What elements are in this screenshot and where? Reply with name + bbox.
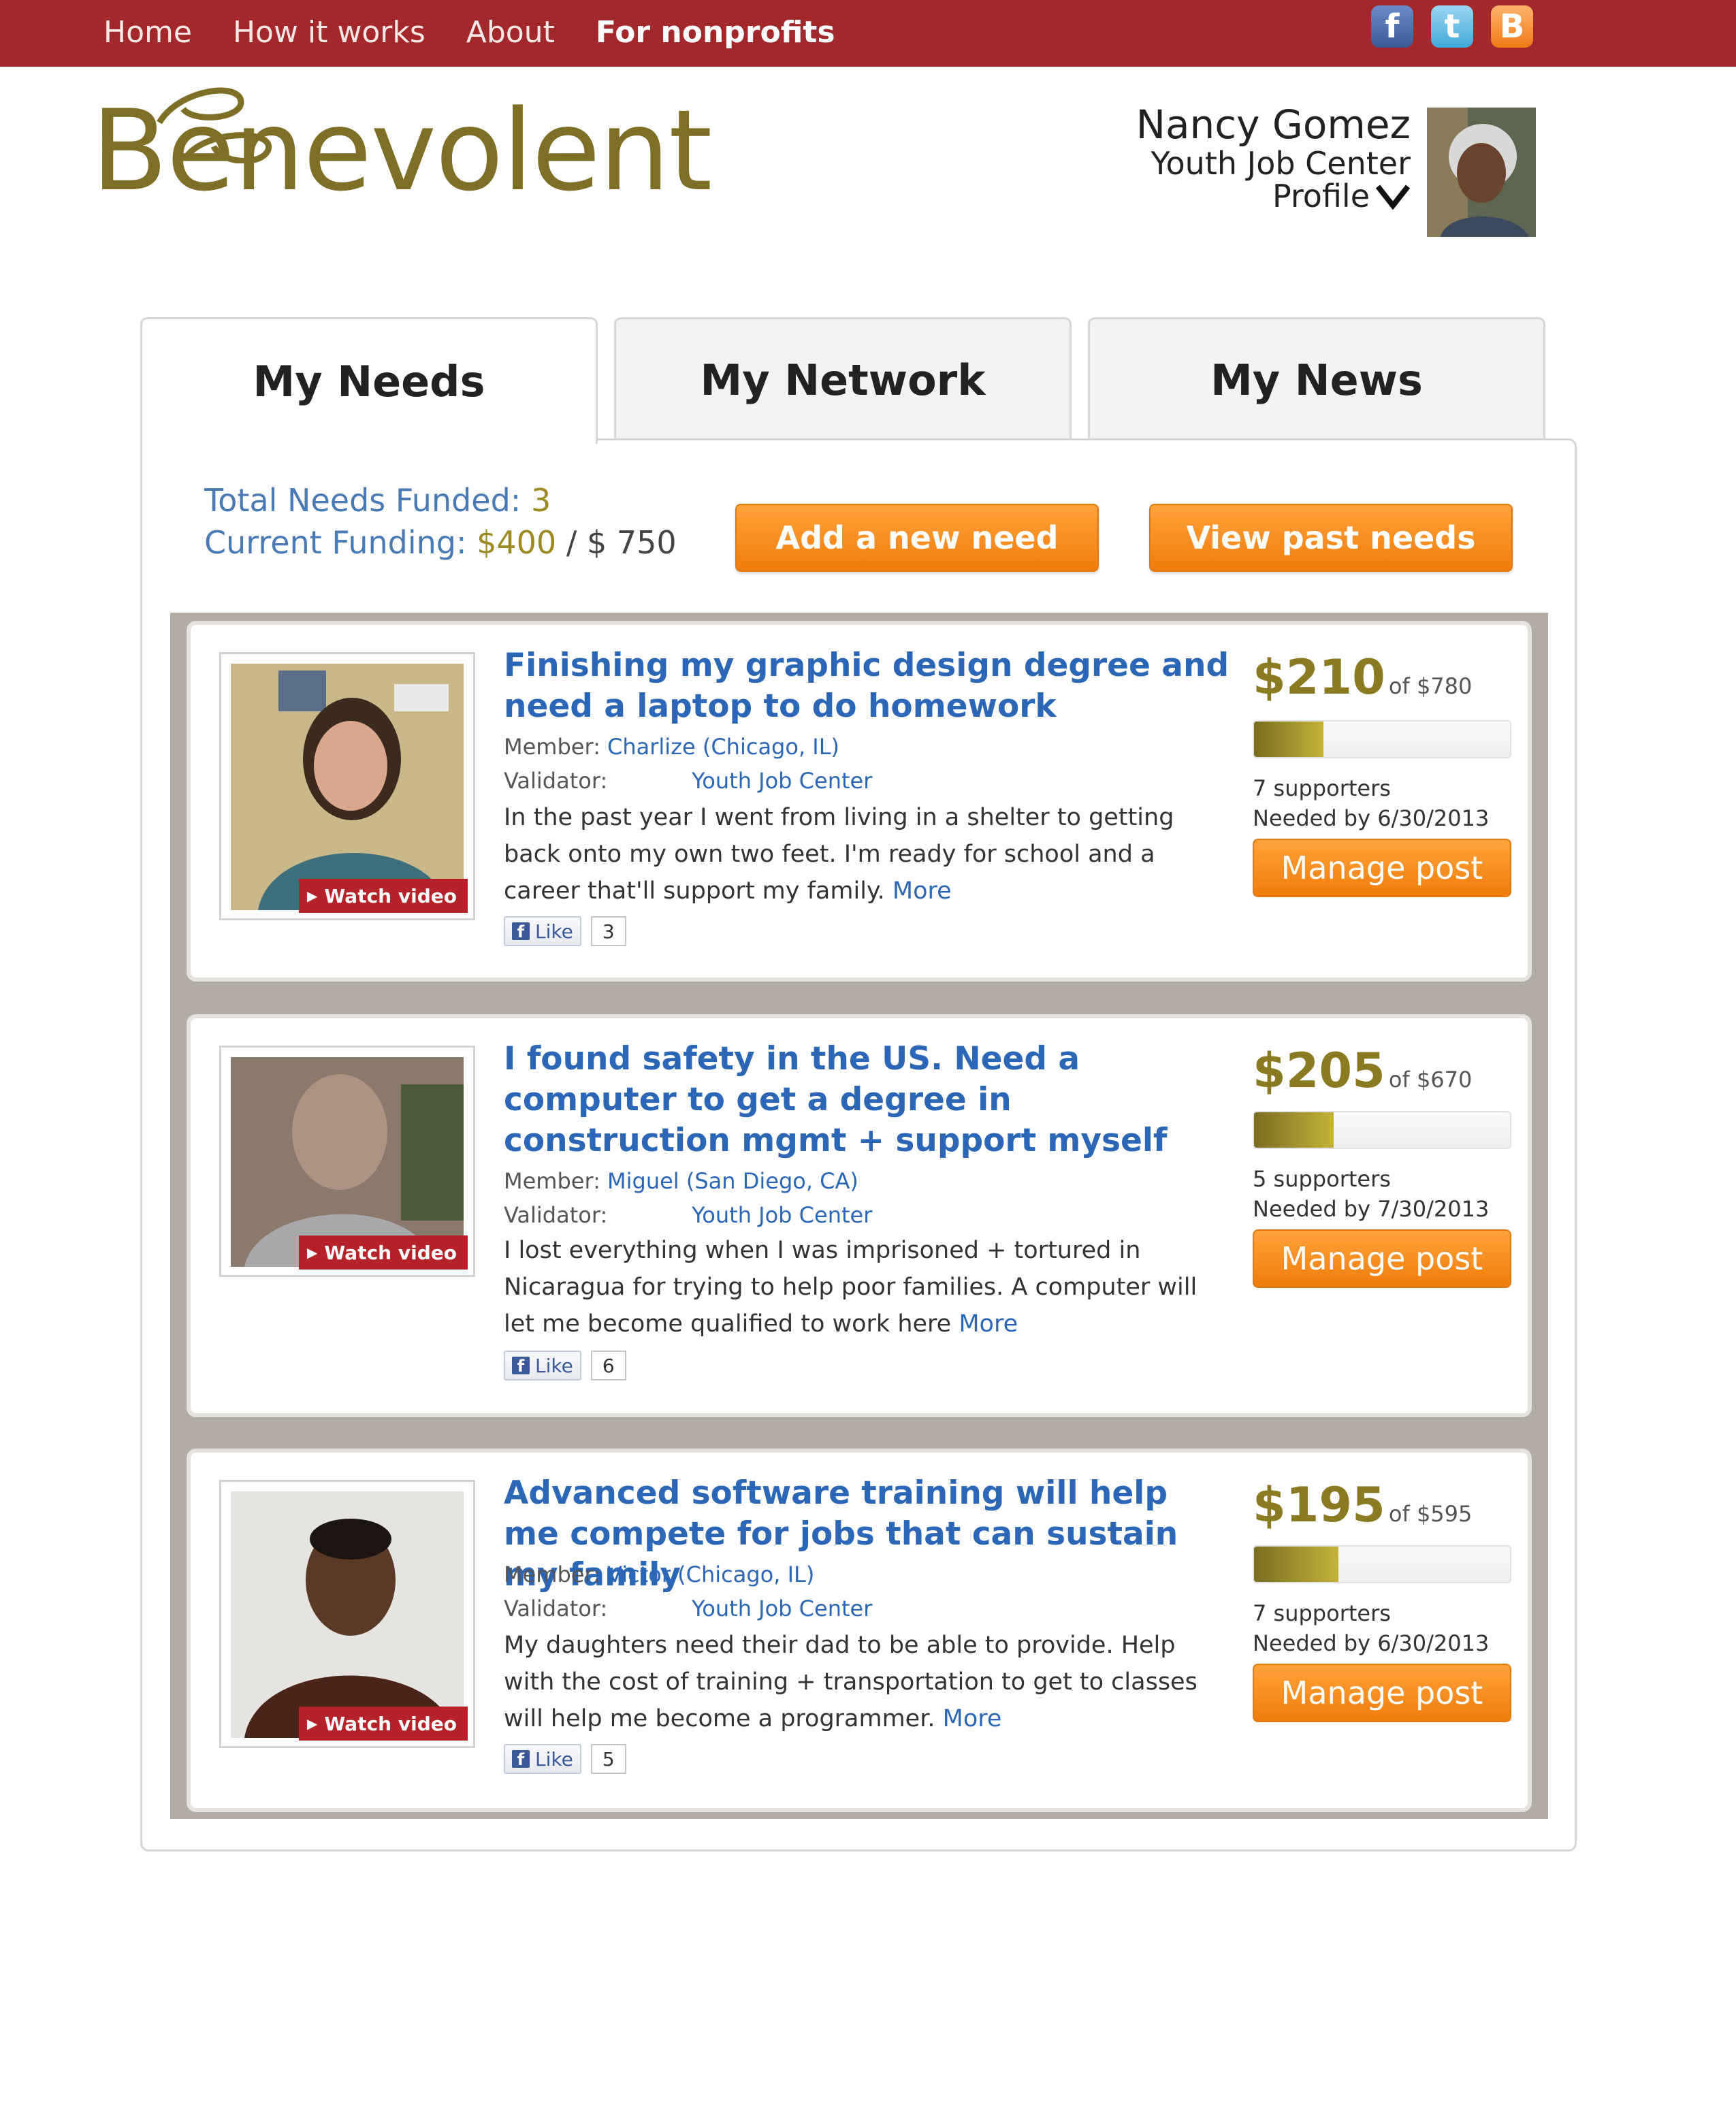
member-photo bbox=[231, 664, 464, 910]
funding-amount: $205 of $670 bbox=[1253, 1043, 1473, 1099]
like-count: 5 bbox=[590, 1744, 626, 1774]
facebook-icon[interactable]: f bbox=[1371, 5, 1413, 48]
top-nav-bar: Home How it works About For nonprofits f… bbox=[0, 0, 1736, 67]
manage-post-button[interactable]: Manage post bbox=[1253, 839, 1511, 897]
twitter-icon[interactable]: t bbox=[1431, 5, 1473, 48]
user-profile: Nancy Gomez Youth Job Center Profile bbox=[1136, 103, 1411, 212]
facebook-like-button[interactable]: f Like bbox=[504, 916, 581, 946]
facebook-icon: f bbox=[512, 1750, 530, 1769]
need-validator: Validator: Youth Job Center bbox=[504, 1202, 873, 1228]
supporters-count: 7 supporters bbox=[1253, 775, 1391, 801]
need-description: My daughters need their dad to be able t… bbox=[504, 1632, 1197, 1732]
need-member: Member: Charlize (Chicago, IL) bbox=[504, 734, 840, 760]
watch-video-button[interactable]: ▶ Watch video bbox=[299, 1235, 468, 1270]
profile-menu-link[interactable]: Profile bbox=[1272, 180, 1411, 212]
funding-amount: $210 of $780 bbox=[1253, 649, 1473, 705]
nav-home[interactable]: Home bbox=[103, 12, 192, 53]
progress-fill bbox=[1254, 1547, 1339, 1582]
need-card: ▶ Watch video Finishing my graphic design… bbox=[187, 621, 1532, 982]
nav-how-it-works[interactable]: How it works bbox=[233, 12, 425, 53]
main-nav: Home How it works About For nonprofits bbox=[103, 12, 835, 53]
benevolent-logo[interactable]: Benevolent bbox=[91, 82, 712, 211]
manage-post-button[interactable]: Manage post bbox=[1253, 1664, 1511, 1722]
need-title[interactable]: Finishing my graphic design degree and n… bbox=[504, 645, 1232, 727]
need-description: I lost everything when I was imprisoned … bbox=[504, 1237, 1197, 1338]
supporters-count: 5 supporters bbox=[1253, 1166, 1391, 1192]
profile-org: Youth Job Center bbox=[1151, 144, 1411, 182]
need-card: ▶ Watch video I found safety in the US. N… bbox=[187, 1014, 1532, 1417]
progress-fill bbox=[1254, 722, 1323, 757]
funding-progress-bar bbox=[1253, 720, 1511, 758]
funding-stats: Total Needs Funded: 3 Current Funding: $… bbox=[204, 479, 677, 564]
chevron-down-icon bbox=[1375, 184, 1411, 210]
need-description: In the past year I went from living in a… bbox=[504, 804, 1174, 905]
need-member: Member: Victor (Chicago, IL) bbox=[504, 1562, 815, 1587]
avatar[interactable] bbox=[1427, 108, 1536, 237]
more-link[interactable]: More bbox=[893, 877, 952, 905]
nav-for-nonprofits[interactable]: For nonprofits bbox=[596, 12, 835, 53]
like-widget: f Like 6 bbox=[504, 1351, 626, 1380]
total-needs-funded: Total Needs Funded: 3 bbox=[204, 482, 551, 519]
funding-amount: $195 of $595 bbox=[1253, 1477, 1473, 1533]
view-past-needs-button[interactable]: View past needs bbox=[1149, 504, 1513, 572]
need-video-thumbnail[interactable]: ▶ Watch video bbox=[219, 652, 475, 920]
like-widget: f Like 5 bbox=[504, 1744, 626, 1774]
blogger-icon[interactable]: B bbox=[1491, 5, 1533, 48]
member-photo bbox=[231, 1491, 464, 1738]
manage-post-button[interactable]: Manage post bbox=[1253, 1229, 1511, 1288]
tab-my-news[interactable]: My News bbox=[1088, 317, 1545, 441]
need-card: ▶ Watch video Advanced software training … bbox=[187, 1449, 1532, 1812]
logo-text: Benevolent bbox=[91, 86, 712, 216]
need-title[interactable]: I found safety in the US. Need a compute… bbox=[504, 1039, 1232, 1161]
needed-by-date: Needed by 6/30/2013 bbox=[1253, 805, 1490, 831]
social-links: f t B bbox=[1371, 5, 1533, 48]
facebook-like-button[interactable]: f Like bbox=[504, 1744, 581, 1774]
like-count: 6 bbox=[590, 1351, 626, 1380]
avatar-portrait bbox=[1427, 108, 1536, 237]
supporters-count: 7 supporters bbox=[1253, 1600, 1391, 1626]
profile-name: Nancy Gomez bbox=[1136, 101, 1411, 148]
funding-progress-bar bbox=[1253, 1111, 1511, 1149]
needed-by-date: Needed by 6/30/2013 bbox=[1253, 1630, 1490, 1656]
need-video-thumbnail[interactable]: ▶ Watch video bbox=[219, 1046, 475, 1277]
more-link[interactable]: More bbox=[959, 1310, 1018, 1338]
nav-about[interactable]: About bbox=[466, 12, 555, 53]
facebook-icon: f bbox=[512, 922, 530, 941]
need-video-thumbnail[interactable]: ▶ Watch video bbox=[219, 1480, 475, 1748]
facebook-icon: f bbox=[512, 1357, 530, 1376]
watch-video-button[interactable]: ▶ Watch video bbox=[299, 1707, 468, 1741]
like-widget: f Like 3 bbox=[504, 916, 626, 946]
progress-fill bbox=[1254, 1112, 1334, 1148]
tab-my-network[interactable]: My Network bbox=[614, 317, 1072, 441]
tab-my-needs[interactable]: My Needs bbox=[140, 317, 598, 444]
needed-by-date: Needed by 7/30/2013 bbox=[1253, 1196, 1490, 1222]
like-count: 3 bbox=[590, 916, 626, 946]
need-validator: Validator: Youth Job Center bbox=[504, 1596, 873, 1621]
need-validator: Validator: Youth Job Center bbox=[504, 768, 873, 794]
need-member: Member: Miguel (San Diego, CA) bbox=[504, 1168, 858, 1194]
more-link[interactable]: More bbox=[943, 1705, 1002, 1732]
facebook-like-button[interactable]: f Like bbox=[504, 1351, 581, 1380]
add-new-need-button[interactable]: Add a new need bbox=[735, 504, 1099, 572]
current-funding: Current Funding: $400 / $ 750 bbox=[204, 524, 677, 561]
watch-video-button[interactable]: ▶ Watch video bbox=[299, 879, 468, 913]
funding-progress-bar bbox=[1253, 1545, 1511, 1583]
profile-link-label: Profile bbox=[1272, 178, 1370, 215]
